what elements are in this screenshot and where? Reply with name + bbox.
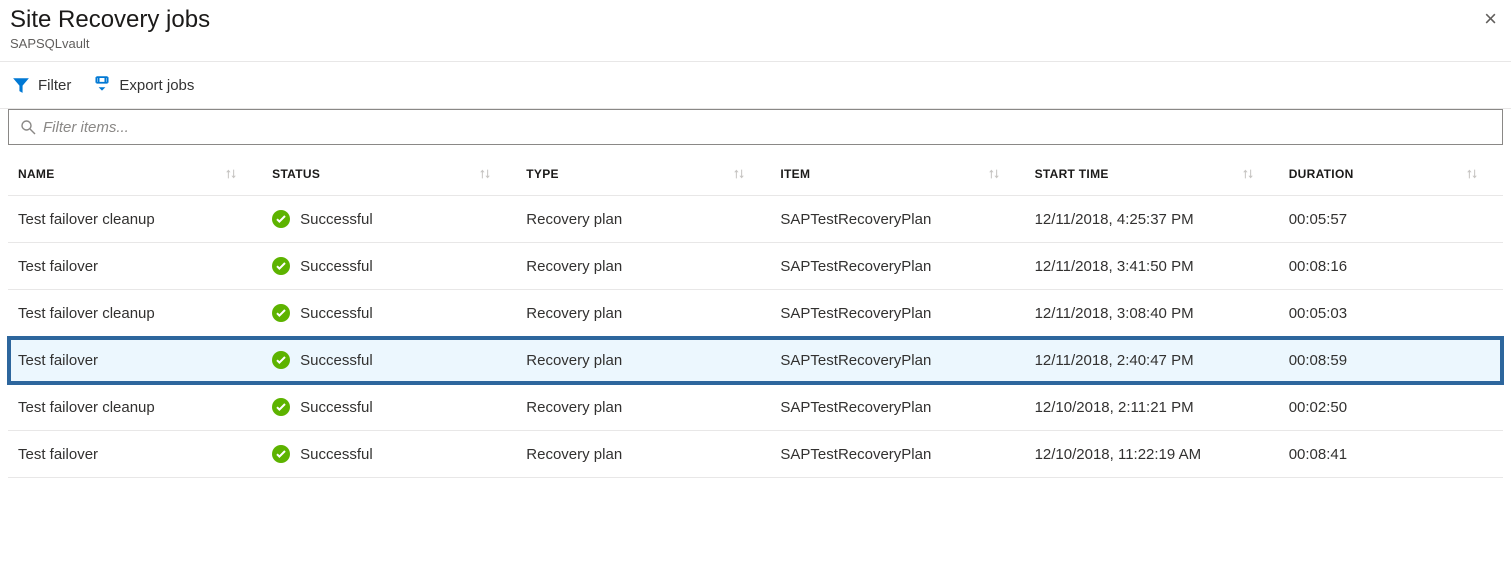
cell-duration: 00:08:16 xyxy=(1279,243,1503,290)
cell-item: SAPTestRecoveryPlan xyxy=(770,431,1024,478)
cell-start: 12/10/2018, 2:11:21 PM xyxy=(1025,384,1279,431)
cell-status: Successful xyxy=(262,290,516,337)
cell-type: Recovery plan xyxy=(516,431,770,478)
sort-icon xyxy=(1241,167,1255,181)
cell-name: Test failover xyxy=(8,337,262,384)
export-icon xyxy=(93,76,111,94)
cell-name: Test failover cleanup xyxy=(8,196,262,243)
sort-icon xyxy=(987,167,1001,181)
cell-name: Test failover cleanup xyxy=(8,290,262,337)
cell-item: SAPTestRecoveryPlan xyxy=(770,243,1024,290)
cell-item: SAPTestRecoveryPlan xyxy=(770,290,1024,337)
filter-items-input[interactable] xyxy=(8,109,1503,145)
table-row[interactable]: Test failover cleanup Successful Recover… xyxy=(8,290,1503,337)
cell-start: 12/11/2018, 3:41:50 PM xyxy=(1025,243,1279,290)
cell-type: Recovery plan xyxy=(516,196,770,243)
close-icon[interactable]: × xyxy=(1484,6,1501,32)
cell-start: 12/11/2018, 3:08:40 PM xyxy=(1025,290,1279,337)
cell-status: Successful xyxy=(262,384,516,431)
jobs-table: Name Status Type Item Start Time Duratio… xyxy=(8,153,1503,478)
cell-item: SAPTestRecoveryPlan xyxy=(770,384,1024,431)
success-icon xyxy=(272,398,290,416)
sort-icon xyxy=(224,167,238,181)
success-icon xyxy=(272,304,290,322)
cell-status: Successful xyxy=(262,243,516,290)
cell-item: SAPTestRecoveryPlan xyxy=(770,337,1024,384)
table-row[interactable]: Test failover Successful Recovery plan S… xyxy=(8,243,1503,290)
cell-type: Recovery plan xyxy=(516,243,770,290)
col-header-start[interactable]: Start Time xyxy=(1025,153,1279,196)
table-row[interactable]: Test failover cleanup Successful Recover… xyxy=(8,384,1503,431)
col-header-status[interactable]: Status xyxy=(262,153,516,196)
sort-icon xyxy=(732,167,746,181)
export-label: Export jobs xyxy=(119,77,194,94)
col-header-name[interactable]: Name xyxy=(8,153,262,196)
cell-duration: 00:02:50 xyxy=(1279,384,1503,431)
col-header-duration[interactable]: Duration xyxy=(1279,153,1503,196)
cell-status: Successful xyxy=(262,431,516,478)
cell-duration: 00:05:57 xyxy=(1279,196,1503,243)
cell-start: 12/11/2018, 2:40:47 PM xyxy=(1025,337,1279,384)
success-icon xyxy=(272,257,290,275)
cell-status: Successful xyxy=(262,337,516,384)
success-icon xyxy=(272,445,290,463)
cell-item: SAPTestRecoveryPlan xyxy=(770,196,1024,243)
col-header-item[interactable]: Item xyxy=(770,153,1024,196)
table-row[interactable]: Test failover Successful Recovery plan S… xyxy=(8,431,1503,478)
success-icon xyxy=(272,210,290,228)
cell-name: Test failover xyxy=(8,243,262,290)
table-row[interactable]: Test failover cleanup Successful Recover… xyxy=(8,196,1503,243)
cell-name: Test failover xyxy=(8,431,262,478)
cell-type: Recovery plan xyxy=(516,290,770,337)
cell-type: Recovery plan xyxy=(516,384,770,431)
page-subtitle: SAPSQLvault xyxy=(10,36,210,51)
export-jobs-button[interactable]: Export jobs xyxy=(93,76,194,94)
sort-icon xyxy=(478,167,492,181)
cell-duration: 00:05:03 xyxy=(1279,290,1503,337)
cell-duration: 00:08:41 xyxy=(1279,431,1503,478)
cell-start: 12/11/2018, 4:25:37 PM xyxy=(1025,196,1279,243)
table-row[interactable]: Test failover Successful Recovery plan S… xyxy=(8,337,1503,384)
cell-status: Successful xyxy=(262,196,516,243)
filter-icon xyxy=(12,76,30,94)
cell-start: 12/10/2018, 11:22:19 AM xyxy=(1025,431,1279,478)
cell-name: Test failover cleanup xyxy=(8,384,262,431)
filter-button[interactable]: Filter xyxy=(12,76,71,94)
success-icon xyxy=(272,351,290,369)
filter-label: Filter xyxy=(38,77,71,94)
sort-icon xyxy=(1465,167,1479,181)
page-title: Site Recovery jobs xyxy=(10,6,210,34)
cell-duration: 00:08:59 xyxy=(1279,337,1503,384)
search-icon xyxy=(20,119,36,135)
cell-type: Recovery plan xyxy=(516,337,770,384)
col-header-type[interactable]: Type xyxy=(516,153,770,196)
